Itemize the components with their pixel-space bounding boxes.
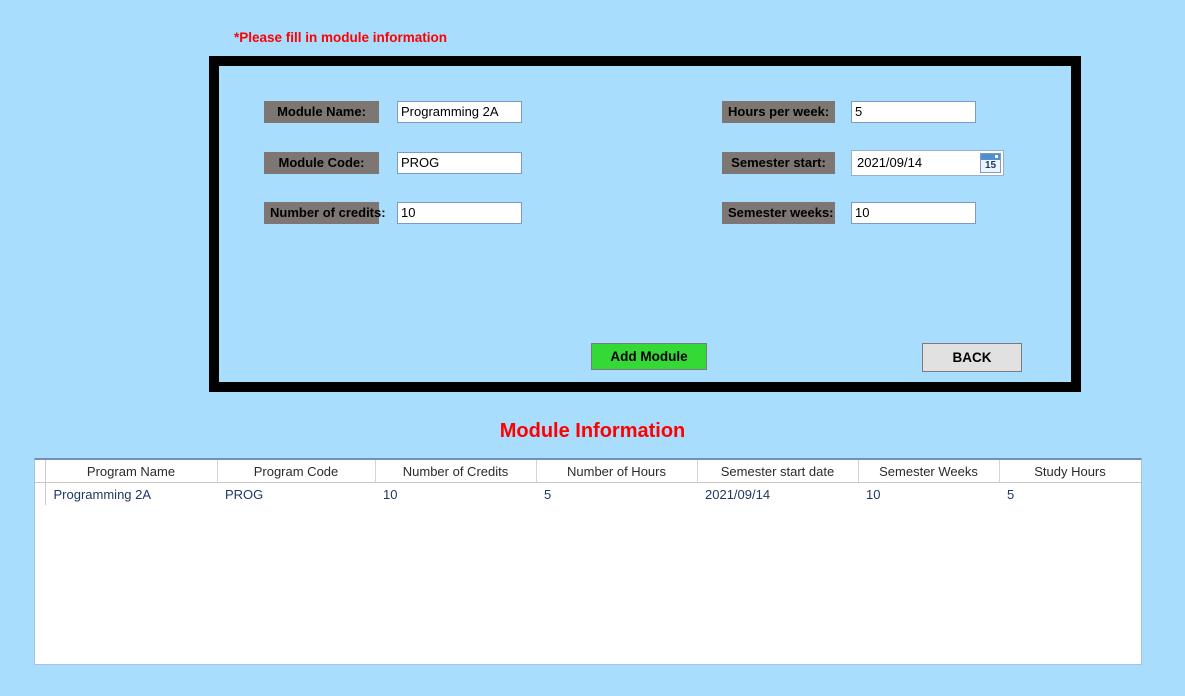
module-form-panel: Module Name: Programming 2A Module Code:… xyxy=(209,56,1081,392)
cell-program-name[interactable]: Programming 2A xyxy=(45,483,217,506)
cell-program-code[interactable]: PROG xyxy=(217,483,375,506)
cell-semester-weeks[interactable]: 10 xyxy=(858,483,999,506)
cell-number-of-credits[interactable]: 10 xyxy=(375,483,536,506)
table-row[interactable]: Programming 2A PROG 10 5 2021/09/14 10 5 xyxy=(35,482,1141,506)
calendar-icon[interactable]: 15 xyxy=(980,153,1001,173)
label-module-code: Module Code: xyxy=(264,152,379,174)
label-number-of-credits: Number of credits: xyxy=(264,202,386,224)
column-header-program-code[interactable]: Program Code xyxy=(217,460,376,483)
cell-number-of-hours[interactable]: 5 xyxy=(536,483,697,506)
form-instruction-text: *Please fill in module information xyxy=(234,30,448,45)
field-row-semester-weeks: Semester weeks: 10 xyxy=(722,202,976,224)
field-row-module-name: Module Name: Programming 2A xyxy=(264,101,522,123)
column-header-number-of-credits[interactable]: Number of Credits xyxy=(375,460,537,483)
module-information-grid[interactable]: Program Name Program Code Number of Cred… xyxy=(34,458,1142,665)
column-header-semester-start-date[interactable]: Semester start date xyxy=(697,460,859,483)
input-hours-per-week[interactable]: 5 xyxy=(851,101,976,123)
input-semester-start-datepicker[interactable]: 2021/09/14 15 xyxy=(851,150,1004,176)
label-semester-start: Semester start: xyxy=(722,152,835,174)
field-row-semester-start: Semester start: 2021/09/14 15 xyxy=(722,150,1004,176)
table-header-row: Program Name Program Code Number of Cred… xyxy=(35,460,1141,483)
input-number-of-credits[interactable]: 10 xyxy=(397,202,522,224)
label-module-name: Module Name: xyxy=(264,101,379,123)
module-form-inner: Module Name: Programming 2A Module Code:… xyxy=(219,66,1071,382)
field-row-module-code: Module Code: PROG xyxy=(264,152,522,174)
cell-semester-start-date[interactable]: 2021/09/14 xyxy=(697,483,858,506)
label-semester-weeks: Semester weeks: xyxy=(722,202,835,224)
column-header-semester-weeks[interactable]: Semester Weeks xyxy=(858,460,1000,483)
cell-study-hours[interactable]: 5 xyxy=(999,483,1141,506)
module-table: Program Name Program Code Number of Cred… xyxy=(35,460,1141,506)
input-module-name[interactable]: Programming 2A xyxy=(397,101,522,123)
semester-start-value: 2021/09/14 xyxy=(857,155,923,170)
row-header-gutter xyxy=(35,460,46,483)
add-module-button[interactable]: Add Module xyxy=(591,343,707,370)
calendar-icon-day: 15 xyxy=(984,160,997,171)
input-semester-weeks[interactable]: 10 xyxy=(851,202,976,224)
field-row-hours-per-week: Hours per week: 5 xyxy=(722,101,976,123)
column-header-number-of-hours[interactable]: Number of Hours xyxy=(536,460,698,483)
column-header-program-name[interactable]: Program Name xyxy=(45,460,218,483)
module-information-title: Module Information xyxy=(499,420,686,442)
back-button[interactable]: BACK xyxy=(922,343,1022,372)
label-hours-per-week: Hours per week: xyxy=(722,101,835,123)
field-row-number-of-credits: Number of credits: 10 xyxy=(264,202,522,224)
row-selector-cell[interactable] xyxy=(35,482,46,505)
calendar-icon-header xyxy=(981,154,1000,160)
column-header-study-hours[interactable]: Study Hours xyxy=(999,460,1141,483)
input-module-code[interactable]: PROG xyxy=(397,152,522,174)
